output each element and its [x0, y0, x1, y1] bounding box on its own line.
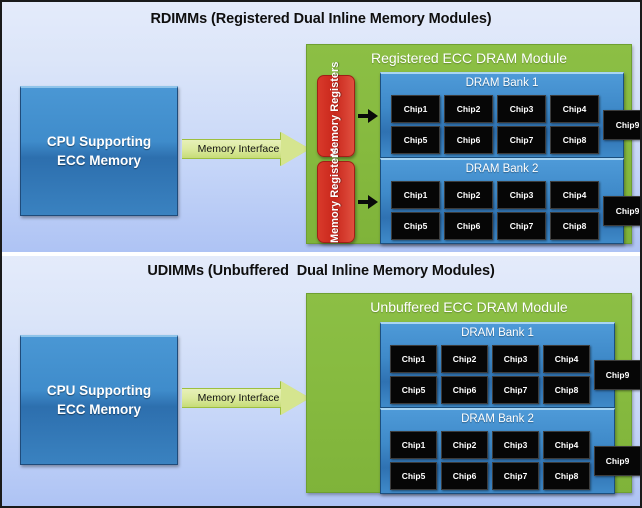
memory-registers-label-2: Memory Registers: [329, 148, 343, 243]
memory-interface-arrow-rdimms: Memory Interface: [182, 132, 310, 166]
chip-r1-c0: Chip5: [391, 212, 440, 240]
cpu-label-rdimms: CPU Supporting ECC Memory: [47, 133, 151, 169]
register-to-bank-arrow-1-icon: [358, 108, 378, 124]
cpu-box-udimms: CPU Supporting ECC Memory: [20, 335, 178, 465]
chip-r0-c0: Chip1: [391, 181, 440, 209]
cpu-label-line1: CPU Supporting: [46, 383, 152, 399]
chip-r0-c2: Chip3: [497, 181, 546, 209]
dram-bank-1-rdimms: DRAM Bank 1 Chip1 Chip2 Chip3 Chip4 Chip…: [380, 72, 640, 158]
cpu-label-udimms: CPU Supporting ECC Memory: [47, 382, 151, 418]
memory-interface-label: Memory Interface: [197, 143, 280, 155]
chip-r1-c3: Chip8: [543, 376, 590, 404]
chip-ecc: Chip9: [603, 110, 640, 140]
chip-ecc: Chip9: [594, 360, 640, 390]
chip-r1-c3: Chip8: [550, 212, 599, 240]
chip-r1-c1: Chip6: [441, 462, 488, 490]
cpu-label-line2: ECC Memory: [56, 152, 142, 168]
chip-r1-c0: Chip5: [390, 376, 437, 404]
register-to-bank-arrow-2-icon: [358, 194, 378, 210]
memory-registers-label-1-line2: Registers: [329, 61, 342, 112]
memory-registers-label-1: Memory Registers: [329, 62, 343, 157]
memory-interface-label: Memory Interface: [197, 392, 280, 404]
chip-r1-c2: Chip7: [492, 462, 539, 490]
module-title-registered: Registered ECC DRAM Module: [370, 50, 568, 66]
panel-udimms: UDIMMs (Unbuffered Dual Inline Memory Mo…: [2, 256, 640, 506]
chip-ecc: Chip9: [603, 196, 640, 226]
panel-rdimms: RDIMMs (Registered Dual Inline Memory Mo…: [2, 2, 640, 252]
chip-r0-c0: Chip1: [391, 95, 440, 123]
dram-bank-2-rdimms: DRAM Bank 2 Chip1 Chip2 Chip3 Chip4 Chip…: [380, 158, 640, 244]
chip-r0-c2: Chip3: [497, 95, 546, 123]
chip-r0-c1: Chip2: [441, 431, 488, 459]
chip-r1-c0: Chip5: [390, 462, 437, 490]
dram-bank-2-title-udimms: DRAM Bank 2: [461, 413, 534, 425]
dimm-comparison-diagram: RDIMMs (Registered Dual Inline Memory Mo…: [0, 0, 642, 508]
chip-r1-c2: Chip7: [497, 212, 546, 240]
cpu-label-line2: ECC Memory: [56, 401, 142, 417]
chip-r0-c3: Chip4: [550, 95, 599, 123]
panel-title-udimms: UDIMMs (Unbuffered Dual Inline Memory Mo…: [147, 263, 495, 279]
chip-r1-c1: Chip6: [444, 126, 493, 154]
chip-r0-c3: Chip4: [543, 431, 590, 459]
dram-bank-1-title-rdimms: DRAM Bank 1: [465, 77, 539, 89]
chip-r1-c3: Chip8: [550, 126, 599, 154]
chip-r1-c2: Chip7: [492, 376, 539, 404]
memory-registers-block-2: Memory Registers: [317, 148, 355, 243]
chip-r0-c1: Chip2: [441, 345, 488, 373]
chip-r0-c3: Chip4: [550, 181, 599, 209]
dram-bank-1-udimms: DRAM Bank 1 Chip1 Chip2 Chip3 Chip4 Chip…: [380, 322, 640, 408]
chip-r1-c3: Chip8: [543, 462, 590, 490]
dram-bank-1-title-udimms: DRAM Bank 1: [461, 327, 534, 339]
chip-r1-c0: Chip5: [391, 126, 440, 154]
dram-bank-2-title-rdimms: DRAM Bank 2: [465, 163, 539, 175]
memory-registers-block-1: Memory Registers: [317, 62, 355, 157]
memory-registers-label-2-line1: Memory: [329, 200, 342, 243]
module-title-unbuffered: Unbuffered ECC DRAM Module: [370, 299, 568, 315]
dram-bank-2-udimms: DRAM Bank 2 Chip1 Chip2 Chip3 Chip4 Chip…: [380, 408, 640, 494]
registered-ecc-dram-module: Registered ECC DRAM Module Memory Regist…: [306, 44, 640, 244]
memory-registers-label-2-line2: Registers: [329, 147, 342, 198]
unbuffered-ecc-dram-module: Unbuffered ECC DRAM Module DRAM Bank 1 C…: [306, 293, 640, 494]
cpu-box-rdimms: CPU Supporting ECC Memory: [20, 86, 178, 216]
chip-r0-c3: Chip4: [543, 345, 590, 373]
chip-r0-c0: Chip1: [390, 345, 437, 373]
chip-ecc: Chip9: [594, 446, 640, 476]
memory-interface-arrow-udimms: Memory Interface: [182, 381, 310, 415]
chip-r1-c2: Chip7: [497, 126, 546, 154]
chip-r0-c0: Chip1: [390, 431, 437, 459]
chip-r1-c1: Chip6: [441, 376, 488, 404]
chip-r0-c2: Chip3: [492, 345, 539, 373]
chip-r0-c1: Chip2: [444, 181, 493, 209]
chip-r0-c2: Chip3: [492, 431, 539, 459]
chip-r1-c1: Chip6: [444, 212, 493, 240]
chip-r0-c1: Chip2: [444, 95, 493, 123]
cpu-label-line1: CPU Supporting: [46, 134, 152, 150]
panel-title-rdimms: RDIMMs (Registered Dual Inline Memory Mo…: [150, 11, 492, 27]
